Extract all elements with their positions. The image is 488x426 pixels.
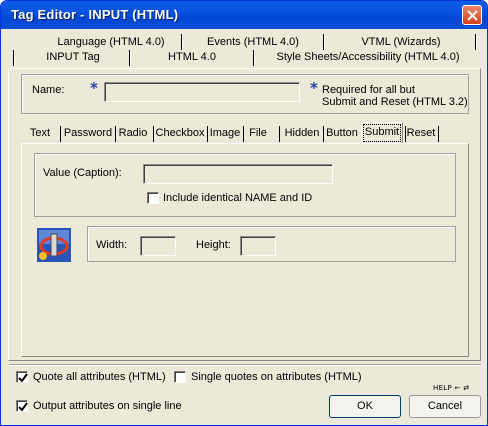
subtab-password[interactable]: Password	[63, 124, 113, 142]
width-label: Width:	[96, 239, 128, 251]
title-bar[interactable]: Tag Editor - INPUT (HTML)	[1, 1, 487, 29]
close-icon	[467, 10, 478, 21]
subtab-submit[interactable]: Submit	[361, 122, 403, 144]
include-identical-checkbox[interactable]	[147, 192, 159, 204]
tab-separator	[438, 126, 439, 142]
tab-separator	[13, 50, 14, 66]
tag-editor-window: Tag Editor - INPUT (HTML) Language (HTML…	[0, 0, 488, 426]
checkmark-icon	[18, 373, 28, 383]
help-links[interactable]: HELP ← ⇄	[433, 384, 469, 392]
subtab-reset[interactable]: Reset	[405, 124, 437, 142]
name-input[interactable]	[104, 82, 300, 102]
required-note-line2: Submit and Reset (HTML 3.2)	[322, 96, 468, 108]
value-caption-input[interactable]	[143, 164, 333, 184]
subtab-text[interactable]: Text	[25, 124, 55, 142]
required-star-icon: *	[90, 79, 98, 97]
submit-image-icon	[35, 226, 73, 264]
required-star-icon: *	[310, 79, 318, 97]
quote-all-label: Quote all attributes (HTML)	[33, 371, 166, 383]
tab-separator	[243, 126, 244, 142]
value-group: Value (Caption): Include identical NAME …	[34, 153, 456, 217]
subtab-radio[interactable]: Radio	[117, 124, 149, 142]
quote-all-checkbox[interactable]	[16, 371, 28, 383]
single-quotes-label: Single quotes on attributes (HTML)	[191, 371, 362, 383]
width-input[interactable]	[140, 236, 176, 256]
tab-separator	[475, 34, 476, 50]
subtab-image[interactable]: Image	[209, 124, 241, 142]
height-label: Height:	[196, 239, 231, 251]
window-title: Tag Editor - INPUT (HTML)	[11, 7, 179, 22]
single-quotes-checkbox[interactable]	[174, 371, 186, 383]
name-group: Name: * * Required for all but Submit an…	[21, 74, 469, 114]
subtab-button[interactable]: Button	[325, 124, 359, 142]
tab-separator	[253, 50, 254, 66]
tab-separator	[129, 50, 130, 66]
tab-html40[interactable]: HTML 4.0	[137, 49, 247, 67]
output-single-line-checkbox[interactable]	[16, 400, 28, 412]
height-input[interactable]	[240, 236, 276, 256]
tab-style-sheets[interactable]: Style Sheets/Accessibility (HTML 4.0)	[257, 49, 479, 67]
name-label: Name:	[32, 84, 65, 96]
include-identical-label: Include identical NAME and ID	[163, 192, 313, 204]
tab-separator	[153, 126, 154, 142]
size-group: Width: Height:	[87, 226, 456, 262]
value-caption-label: Value (Caption):	[43, 167, 122, 179]
required-note-line1: Required for all but	[322, 84, 415, 96]
subtab-checkbox[interactable]: Checkbox	[155, 124, 205, 142]
tab-separator	[323, 34, 324, 50]
cancel-button[interactable]: Cancel	[409, 395, 481, 418]
tab-separator	[181, 34, 182, 50]
output-single-line-label: Output attributes on single line	[33, 400, 182, 412]
close-button[interactable]	[462, 5, 482, 25]
tab-separator	[115, 126, 116, 142]
tab-separator	[207, 126, 208, 142]
tab-separator	[323, 126, 324, 142]
subtab-hidden[interactable]: Hidden	[283, 124, 321, 142]
options-divider	[9, 364, 481, 366]
tab-separator	[60, 126, 61, 142]
ok-button[interactable]: OK	[329, 395, 401, 418]
tab-separator	[279, 126, 280, 142]
tab-input-tag[interactable]: INPUT Tag	[23, 49, 123, 67]
subtab-file[interactable]: File	[245, 124, 271, 142]
checkmark-icon	[18, 402, 28, 412]
